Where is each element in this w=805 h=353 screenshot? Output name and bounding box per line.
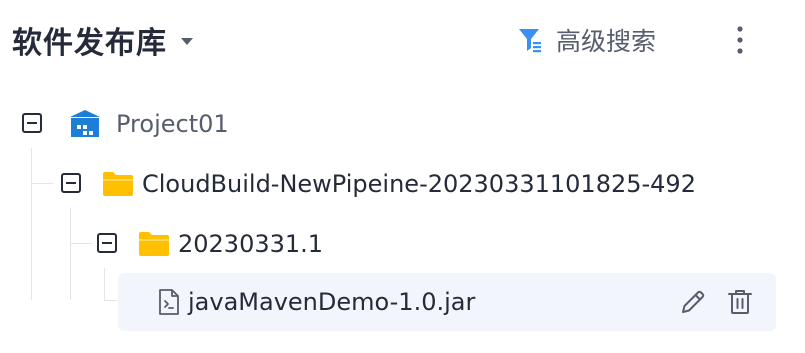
tree-guide-line [31, 183, 53, 184]
software-release-repository-panel: 软件发布库 高级搜索 Project01 CloudBuild-NewPipei… [0, 0, 805, 353]
tree-node-label-pipeline-folder[interactable]: CloudBuild-NewPipeine-20230331101825-492 [142, 169, 696, 199]
advanced-search-label: 高级搜索 [556, 27, 657, 56]
page-title: 软件发布库 [12, 26, 167, 61]
tree-guide-line [70, 243, 92, 244]
project-icon [70, 110, 100, 137]
collapse-toggle-project[interactable] [22, 113, 42, 133]
collapse-toggle-version-folder[interactable] [97, 233, 117, 253]
delete-icon[interactable] [726, 288, 754, 316]
repository-selector[interactable]: 软件发布库 [12, 18, 193, 62]
file-icon [159, 289, 179, 315]
tree-guide-line [70, 208, 71, 300]
collapse-toggle-pipeline-folder[interactable] [61, 173, 81, 193]
tree-guide-line [104, 268, 105, 301]
more-vertical-icon [737, 26, 743, 54]
tree-node-label-version-folder[interactable]: 20230331.1 [178, 229, 323, 259]
tree-node-label-project[interactable]: Project01 [116, 109, 229, 139]
tree-node-label-file[interactable]: javaMavenDemo-1.0.jar [188, 287, 475, 317]
edit-icon[interactable] [679, 288, 707, 316]
tree-guide-line [31, 148, 32, 300]
caret-down-icon [181, 38, 193, 45]
folder-icon [103, 172, 133, 196]
folder-icon [139, 232, 169, 256]
tree-guide-line [104, 300, 118, 301]
filter-icon [519, 29, 541, 53]
advanced-search-button[interactable]: 高级搜索 [518, 22, 656, 58]
more-options-button[interactable] [726, 22, 754, 58]
